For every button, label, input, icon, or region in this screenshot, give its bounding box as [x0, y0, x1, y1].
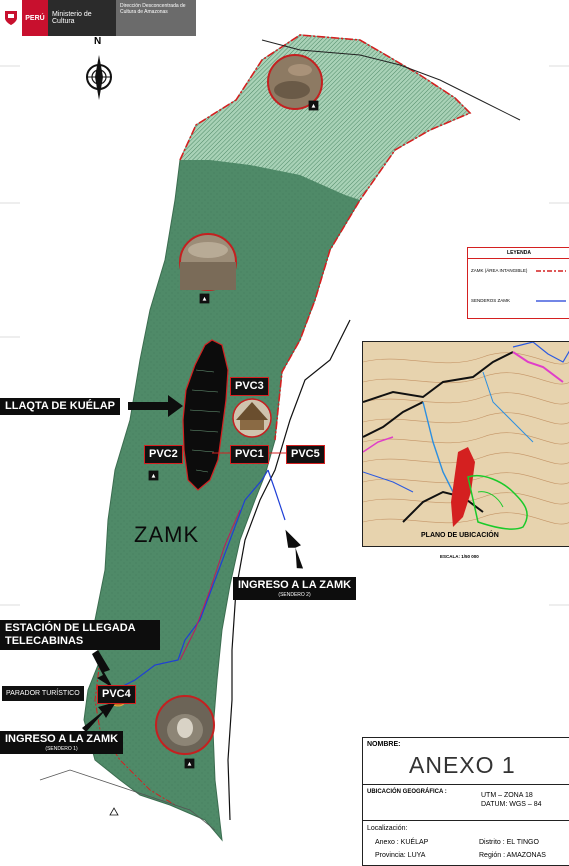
legend-item-label: ZAMK (ÁREA INTANGIBLE) — [471, 268, 528, 273]
label-ingreso-2: INGRESO A LA ZAMK (SENDERO 2) — [233, 577, 357, 600]
inset-topo — [363, 342, 569, 546]
ubicacion-label: UBICACIÓN GEOGRÁFICA : — [367, 789, 447, 795]
legend-item-zamk: ZAMK (ÁREA INTANGIBLE) — [471, 268, 527, 273]
telecabinas-text: TELECABINAS — [5, 635, 84, 647]
north-arrow-icon — [86, 55, 112, 100]
localizacion-label: Localización: — [367, 825, 408, 832]
ministry-label: Ministerio de Cultura — [48, 0, 116, 36]
sendero-2-text: (SENDERO 2) — [278, 592, 311, 598]
label-pvc5: PVC5 — [286, 445, 325, 464]
legend-swatch-senderos — [536, 300, 566, 302]
label-llaqta: LLAQTA DE KUÉLAP — [0, 398, 120, 415]
south-marker — [109, 807, 119, 816]
directorate-label: Dirección Desconcentrada de Cultura de A… — [116, 0, 196, 36]
legend-swatch-zamk — [536, 270, 566, 272]
trail-sendero-2 — [267, 469, 286, 521]
label-pvc4: PVC4 — [97, 685, 136, 704]
photo-circle-mid — [179, 233, 237, 291]
label-zamk: ZAMK — [134, 522, 200, 547]
ingreso-1-text: INGRESO A LA ZAMK — [5, 733, 119, 745]
legend: LEYENDA ZAMK (ÁREA INTANGIBLE) SENDEROS … — [467, 247, 569, 319]
region-value: Región : AMAZONAS — [479, 852, 546, 859]
photo-circle-bottom — [155, 695, 215, 755]
coat-of-arms-icon — [0, 0, 22, 36]
title-block-localizacion: Localización: Anexo : KUÉLAP Distrito : … — [363, 820, 569, 865]
legend-item-label: SENDEROS ZAMK — [471, 298, 511, 303]
label-estacion: ESTACIÓN DE LLEGADA TELECABINAS — [0, 620, 160, 650]
country-label: PERÚ — [22, 0, 48, 36]
annex-title: ANEXO 1 — [409, 752, 516, 778]
label-pvc2: PVC2 — [144, 445, 183, 464]
sendero-1-text: (SENDERO 1) — [45, 746, 78, 752]
north-label: N — [94, 36, 102, 47]
label-ingreso-1: INGRESO A LA ZAMK (SENDERO 1) — [0, 731, 124, 754]
datum-value: DATUM: WGS – 84 — [481, 801, 542, 808]
photo-circle-hut — [232, 398, 272, 438]
distrito-value: Distrito : EL TINGO — [479, 839, 539, 846]
estacion-text: ESTACIÓN DE LLEGADA — [5, 622, 136, 634]
title-block-name-row: NOMBRE: ANEXO 1 — [363, 738, 569, 785]
ingreso-2-text: INGRESO A LA ZAMK — [238, 579, 352, 591]
label-parador: PARADOR TURÍSTICO — [2, 686, 84, 701]
legend-item-senderos: SENDEROS ZAMK — [471, 298, 510, 303]
inset-scale: ESCALA: 1/50 000 — [440, 554, 479, 559]
header-banner: PERÚ Ministerio de Cultura Dirección Des… — [0, 0, 196, 36]
anexo-value: Anexo : KUÉLAP — [375, 839, 429, 846]
utm-value: UTM – ZONA 18 — [481, 792, 533, 799]
title-block-ubicacion-row: UBICACIÓN GEOGRÁFICA : UTM – ZONA 18 DAT… — [363, 784, 569, 821]
label-pvc1: PVC1 — [230, 445, 269, 464]
provincia-value: Provincia: LUYA — [375, 852, 426, 859]
inset-title: PLANO DE UBICACIÓN — [421, 532, 499, 539]
label-pvc3: PVC3 — [230, 377, 269, 396]
title-block: NOMBRE: ANEXO 1 UBICACIÓN GEOGRÁFICA : U… — [362, 737, 569, 866]
nombre-label: NOMBRE: — [367, 741, 401, 748]
location-inset: PLANO DE UBICACIÓN — [362, 341, 569, 547]
legend-title: LEYENDA — [468, 248, 569, 259]
